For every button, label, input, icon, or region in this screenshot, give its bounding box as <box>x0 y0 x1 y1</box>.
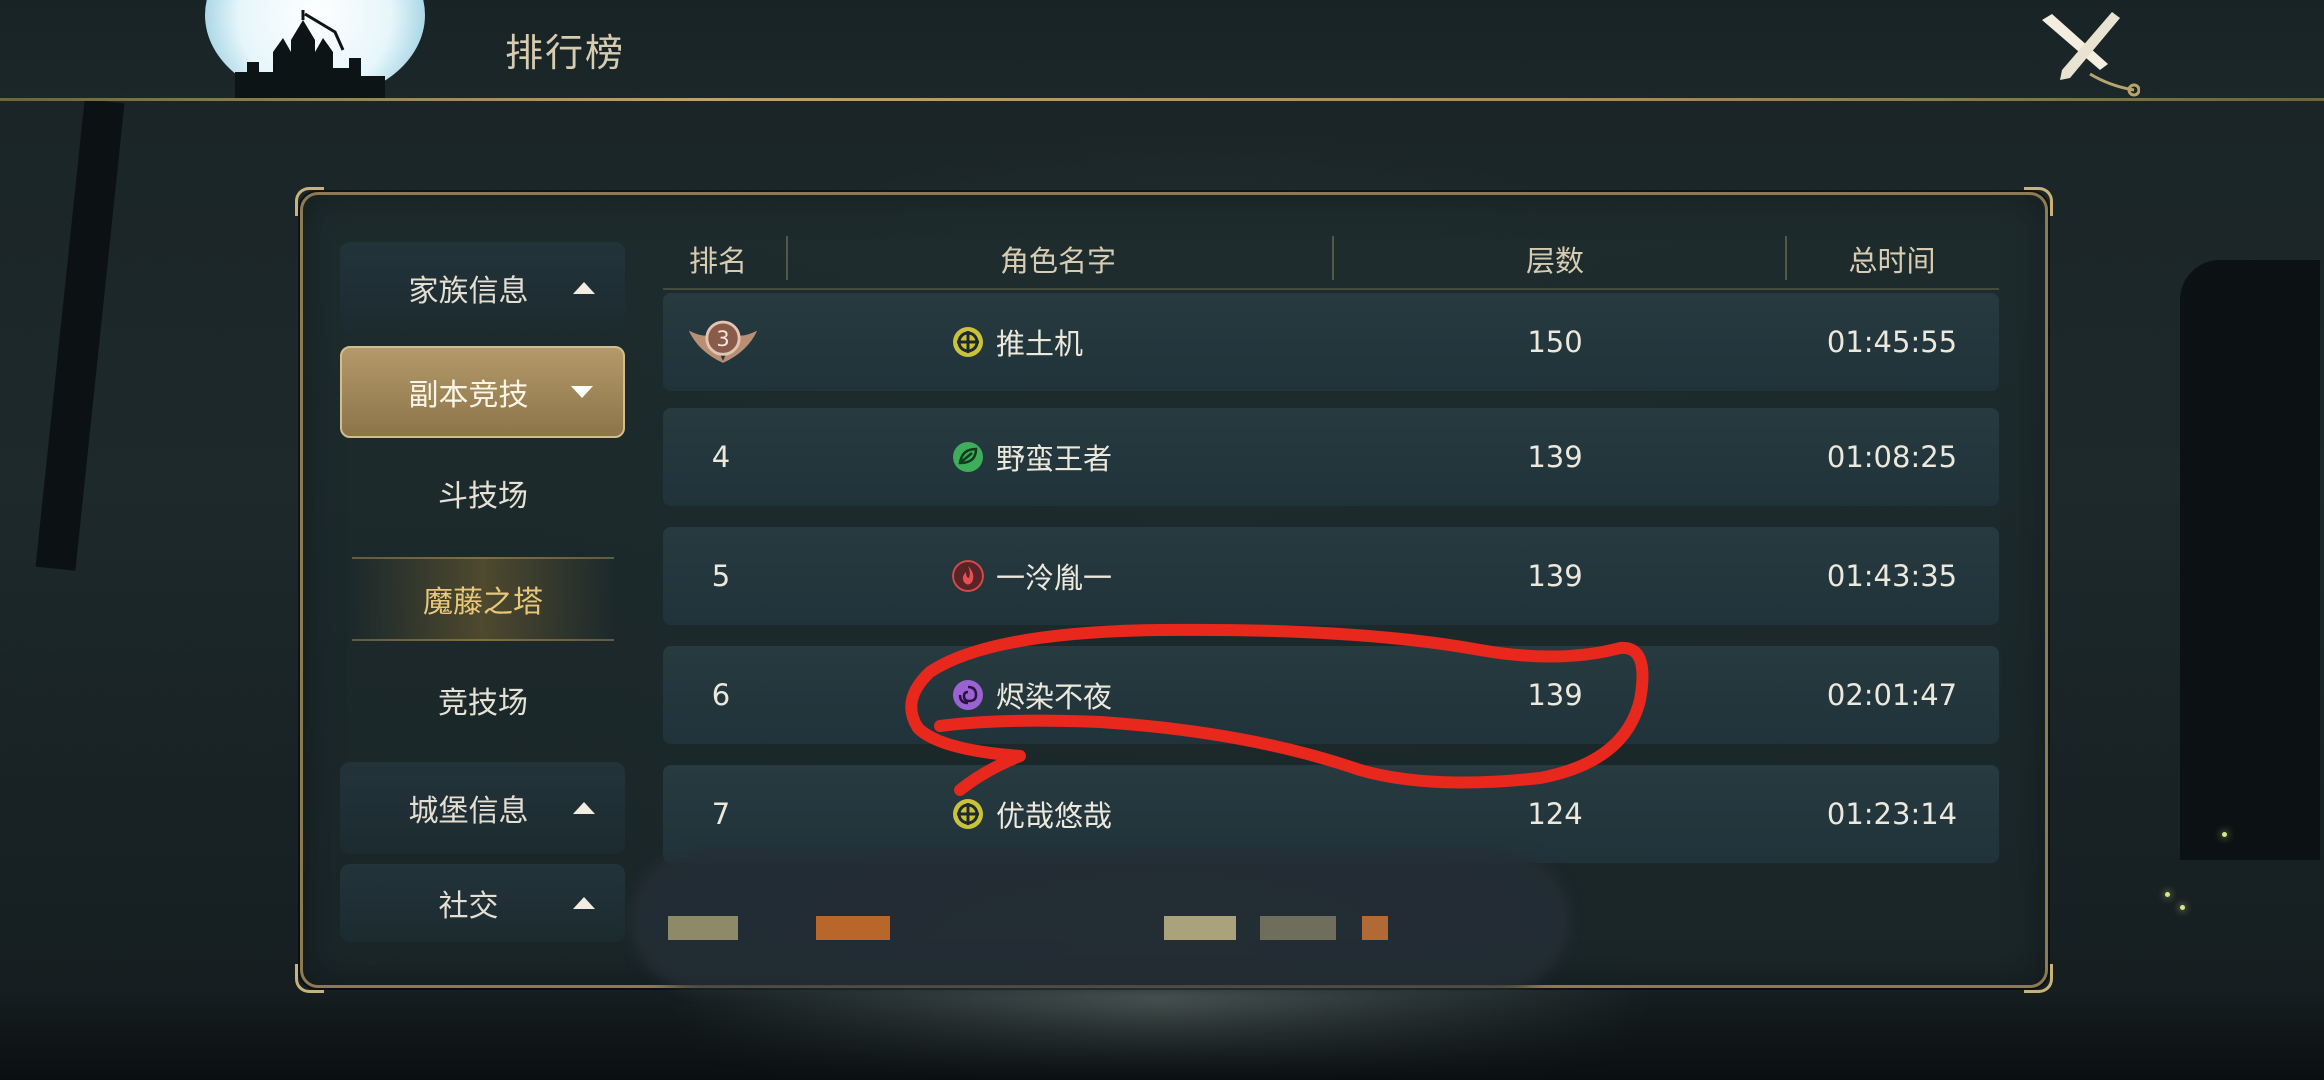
firefly <box>2222 832 2227 837</box>
sidebar-group-label: 副本竞技 <box>408 378 529 413</box>
total-time-value: 01:23:14 <box>1826 797 1958 831</box>
column-header-total-time: 总时间 <box>1848 244 1936 278</box>
sidebar-group-label: 城堡信息 <box>408 794 529 829</box>
expand-up-icon <box>573 802 595 814</box>
blur-pixel <box>1362 916 1388 940</box>
floors-value: 139 <box>1527 559 1583 593</box>
table-row[interactable]: 3 推土机 150 01:45:55 <box>663 293 1999 391</box>
floors-value: 124 <box>1527 797 1583 831</box>
sidebar-group-family-info[interactable]: 家族信息 <box>340 242 625 334</box>
rank-number: 6 <box>711 678 731 712</box>
rank-number: 7 <box>711 797 731 831</box>
leaf-icon <box>953 442 983 472</box>
column-header-rank: 排名 <box>688 244 748 278</box>
panel-corner-ornament <box>2024 964 2053 993</box>
total-time-value: 02:01:47 <box>1826 678 1958 712</box>
floors-value: 150 <box>1527 325 1583 359</box>
vortex-icon <box>953 680 983 710</box>
panel-corner-ornament <box>2024 187 2053 216</box>
firefly <box>2165 892 2170 897</box>
player-name: 推土机 <box>996 327 1084 361</box>
table-row[interactable]: 5 一泠胤一 139 01:43:35 <box>663 527 1999 625</box>
player-name: 烬染不夜 <box>996 680 1113 714</box>
rank-number: 4 <box>711 440 731 474</box>
expand-up-icon <box>573 282 595 294</box>
player-name: 优哉悠哉 <box>996 799 1113 833</box>
shield-cross-icon <box>953 327 983 357</box>
page-title: 排行榜 <box>505 31 626 75</box>
firefly <box>2180 905 2185 910</box>
table-row[interactable]: 4 野蛮王者 139 01:08:25 <box>663 408 1999 506</box>
column-separator <box>786 236 788 280</box>
sidebar-subitem-arena[interactable]: 竞技场 <box>352 660 614 740</box>
table-row[interactable]: 6 烬染不夜 139 02:01:47 <box>663 646 1999 744</box>
total-time-value: 01:43:35 <box>1826 559 1958 593</box>
column-header-floors: 层数 <box>1525 244 1585 278</box>
sidebar-group-castle-info[interactable]: 城堡信息 <box>340 762 625 854</box>
header-divider <box>0 98 2324 101</box>
rank-number: 3 <box>716 327 729 351</box>
blur-pixel <box>1260 916 1336 940</box>
sidebar-group-social[interactable]: 社交 <box>340 864 625 942</box>
column-separator <box>1332 236 1334 280</box>
blurred-player-row <box>630 850 1570 990</box>
floors-value: 139 <box>1527 678 1583 712</box>
blur-pixel <box>816 916 890 940</box>
floors-value: 139 <box>1527 440 1583 474</box>
bronze-medal-icon: 3 <box>688 320 758 363</box>
panel-corner-ornament <box>295 964 324 993</box>
blur-pixel <box>668 916 738 940</box>
flame-icon <box>952 560 984 592</box>
player-name: 野蛮王者 <box>996 442 1113 476</box>
castle-icon <box>235 10 385 100</box>
player-name: 一泠胤一 <box>996 561 1113 595</box>
expand-up-icon <box>573 897 595 909</box>
total-time-value: 01:08:25 <box>1826 440 1958 474</box>
rank-number: 5 <box>711 559 731 593</box>
sidebar-subitem-vine-tower[interactable]: 魔藤之塔 <box>352 557 614 641</box>
table-header-rule <box>663 288 1999 290</box>
grass-silhouette <box>0 990 2324 1080</box>
collapse-down-icon <box>571 386 593 398</box>
tree-silhouette-right <box>2180 260 2320 860</box>
top-header: 排行榜 <box>0 0 2324 100</box>
sidebar-group-dungeon-competition[interactable]: 副本竞技 <box>340 346 625 438</box>
column-separator <box>1785 236 1787 280</box>
sidebar-subitem-arena-duel[interactable]: 斗技场 <box>352 453 614 533</box>
table-row[interactable]: 7 优哉悠哉 124 01:23:14 <box>663 765 1999 863</box>
tree-silhouette-left <box>35 99 125 571</box>
column-header-name: 角色名字 <box>999 244 1117 278</box>
sidebar-group-label: 社交 <box>438 889 499 924</box>
panel-corner-ornament <box>295 187 324 216</box>
blur-pixel <box>1164 916 1236 940</box>
total-time-value: 01:45:55 <box>1826 325 1958 359</box>
sidebar-group-label: 家族信息 <box>408 274 529 309</box>
shield-cross-icon <box>953 799 983 829</box>
close-crossed-swords-button[interactable] <box>2030 8 2140 98</box>
